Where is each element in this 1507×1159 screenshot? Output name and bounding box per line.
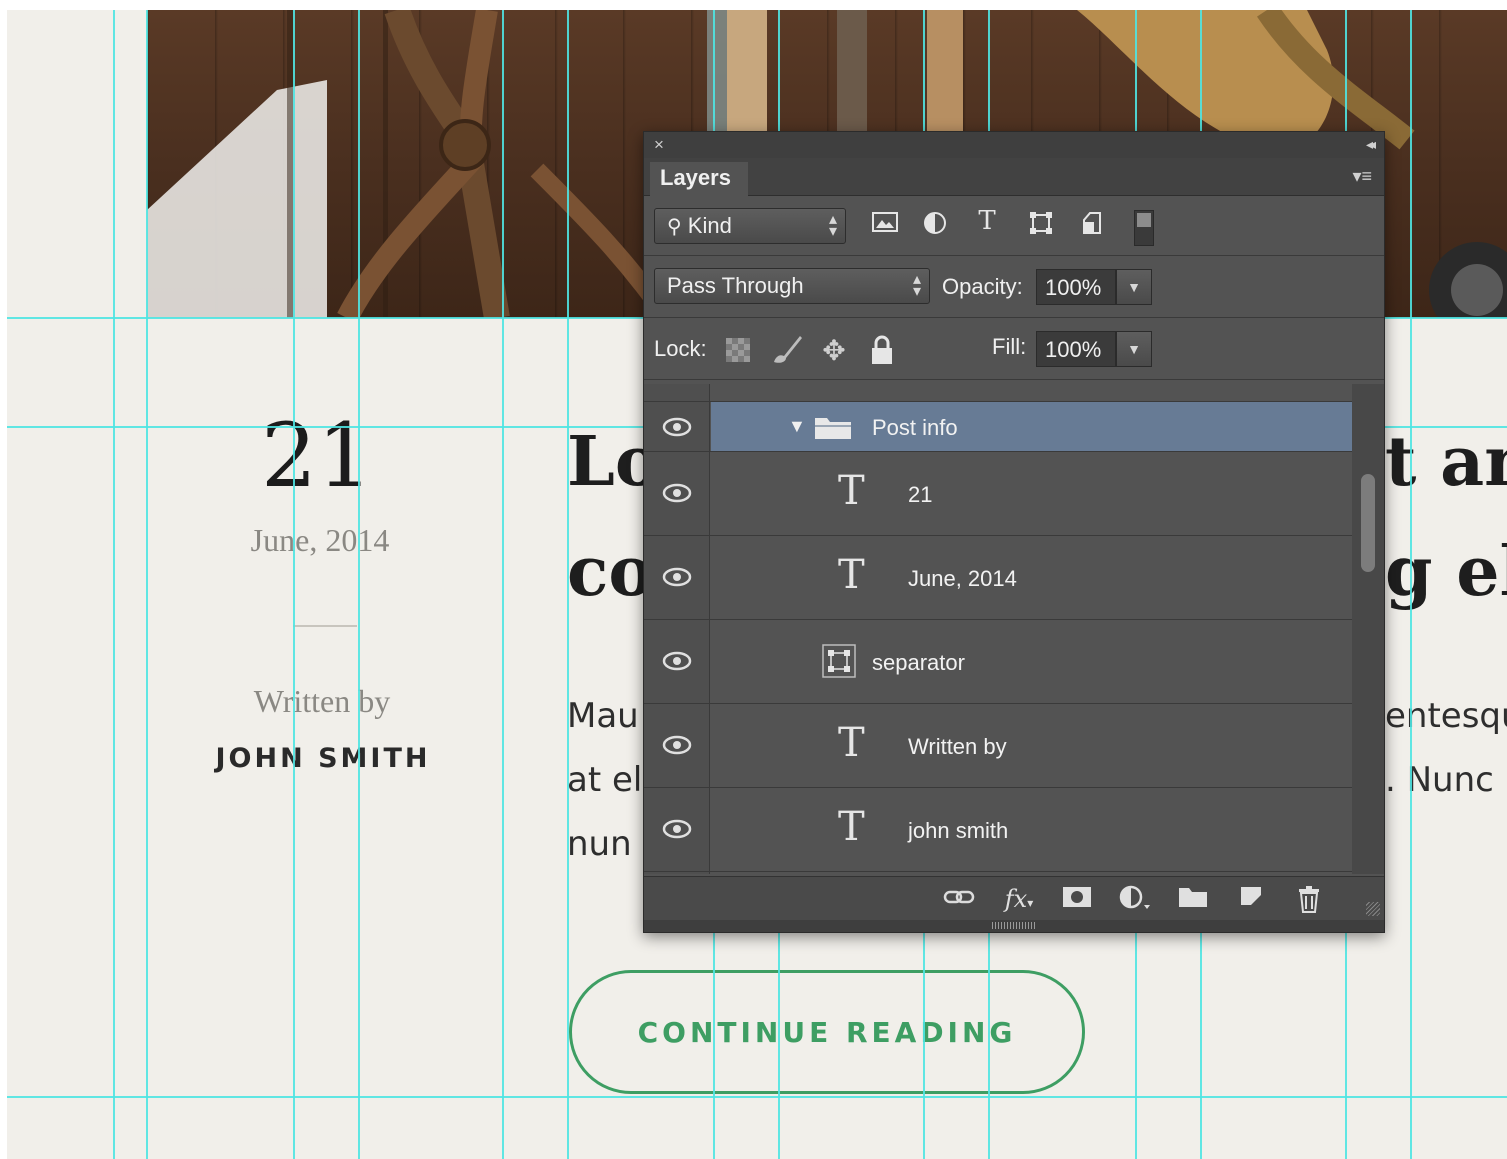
guide-vertical[interactable] [567,10,569,1159]
lock-label: Lock: [654,336,707,361]
adjustment-filter-icon[interactable] [920,210,950,240]
image-filter-icon[interactable] [870,210,900,240]
filter-kind-select[interactable]: ⚲ Kind ▴ ▾ [654,208,846,244]
lock-pixels-icon[interactable] [768,332,804,366]
delete-layer-icon[interactable] [1290,885,1328,915]
guide-horizontal[interactable] [7,1096,1507,1098]
resize-grip[interactable] [1366,902,1380,916]
filter-toggle-knob [1137,213,1151,227]
shape-filter-icon[interactable] [1026,210,1056,240]
layer-row-text[interactable]: T 21 [644,452,1352,536]
select-arrows-icon: ▴ ▾ [912,271,921,300]
lock-position-icon[interactable]: ✥ [818,334,850,366]
fill-dropdown-arrow[interactable]: ▼ [1116,331,1152,367]
fx-label: fx [1004,885,1028,913]
eye-icon[interactable] [662,651,692,671]
type-layer-icon: T [838,804,865,850]
layer-row-shape[interactable]: separator [644,620,1352,704]
type-layer-icon: T [838,468,865,514]
select-arrows-icon: ▴ ▾ [828,211,837,240]
eye-icon[interactable] [662,819,692,839]
post-body-line1-left: Mau [567,696,639,736]
layer-name[interactable]: Written by [908,734,1007,760]
opacity-dropdown-arrow[interactable]: ▼ [1116,269,1152,305]
panel-bottom-bar[interactable] [644,920,1384,932]
guide-vertical[interactable] [502,10,504,1159]
layer-row-partial[interactable] [644,384,1352,402]
eye-icon[interactable] [662,567,692,587]
search-icon: ⚲ [667,216,682,238]
panel-drag-grip[interactable] [992,922,1036,929]
post-date: June, 2014 [250,522,390,558]
fx-icon[interactable]: fx▾ [1000,885,1038,915]
expand-triangle-icon[interactable]: ▼ [788,416,806,437]
fill-label: Fill: [992,334,1027,359]
panel-footer: fx▾ [644,876,1384,920]
post-body-line1-right: entesqu [1385,696,1507,736]
layer-name[interactable]: Post info [872,415,958,441]
post-body-line3-left: nun [567,824,632,864]
layer-name[interactable]: 21 [908,482,932,508]
blend-mode-value: Pass Through [667,273,804,298]
type-layer-icon: T [838,552,865,598]
panel-menu-icon[interactable]: ▾≡ [1352,166,1372,187]
lock-all-icon[interactable] [868,334,896,366]
collapse-panel-icon[interactable]: ◂◂ [1366,136,1376,153]
shape-layer-icon [822,644,856,678]
new-group-icon[interactable] [1174,885,1212,915]
eye-icon[interactable] [662,483,692,503]
continue-reading-button[interactable]: CONTINUE READING [569,970,1085,1094]
lock-transparent-icon[interactable] [726,338,750,362]
layers-panel: × ◂◂ Layers ▾≡ ⚲ Kind ▴ ▾ T Pass Through… [643,131,1385,933]
layer-name[interactable]: john smith [908,818,1008,844]
post-title-line2-left[interactable]: co [567,532,654,612]
new-layer-icon[interactable] [1232,885,1270,915]
layer-selection-highlight [711,402,1352,451]
blend-mode-select[interactable]: Pass Through ▴ ▾ [654,268,930,304]
layer-name[interactable]: June, 2014 [908,566,1017,592]
author-name[interactable]: JOHN SMITH [203,743,443,774]
guide-vertical[interactable] [293,10,295,1159]
folder-icon [815,418,851,439]
add-mask-icon[interactable] [1058,885,1096,915]
layer-row-group[interactable]: ▼ Post info [644,402,1352,452]
filter-toggle[interactable] [1134,210,1154,246]
post-body-line2-right: . Nunc [1385,760,1494,800]
smart-object-filter-icon[interactable] [1078,210,1108,240]
adjustment-layer-icon[interactable] [1116,885,1154,915]
type-filter-icon[interactable]: T [972,206,1002,236]
post-title-line2-right[interactable]: g el [1385,532,1507,612]
panel-title-bar[interactable]: × ◂◂ [644,132,1384,158]
opacity-input[interactable]: 100% [1036,269,1116,305]
opacity-label: Opacity: [942,274,1023,299]
guide-vertical[interactable] [358,10,360,1159]
type-layer-icon: T [838,720,865,766]
guide-vertical[interactable] [1410,10,1412,1159]
filter-kind-label: Kind [687,213,732,238]
tab-layers[interactable]: Layers [650,162,748,197]
lock-row: Lock: ✥ Fill: 100% ▼ [644,318,1384,380]
panel-tab-bar: Layers ▾≡ [644,158,1384,197]
post-separator [293,625,357,627]
blend-row: Pass Through ▴ ▾ Opacity: 100% ▼ [644,256,1384,318]
close-icon[interactable]: × [654,135,664,155]
scrollbar-thumb[interactable] [1361,474,1375,572]
layer-row-text[interactable]: T June, 2014 [644,536,1352,620]
post-title-line1-right[interactable]: t an [1385,422,1507,502]
layer-row-text[interactable]: T john smith [644,788,1352,872]
eye-icon[interactable] [662,735,692,755]
layer-row-text[interactable]: T Written by [644,704,1352,788]
guide-vertical[interactable] [146,10,148,1159]
layer-name[interactable]: separator [872,650,965,676]
filter-row: ⚲ Kind ▴ ▾ T [644,196,1384,256]
eye-icon[interactable] [662,417,692,437]
post-body-line2-left: at el [567,760,643,800]
layer-list: ▼ Post info T 21 T June, 2014 separator … [644,384,1352,874]
fill-input[interactable]: 100% [1036,331,1116,367]
written-by-label: Written by [253,683,391,719]
link-layers-icon[interactable] [940,885,978,915]
layer-list-scrollbar[interactable] [1352,384,1384,874]
guide-vertical[interactable] [113,10,115,1159]
